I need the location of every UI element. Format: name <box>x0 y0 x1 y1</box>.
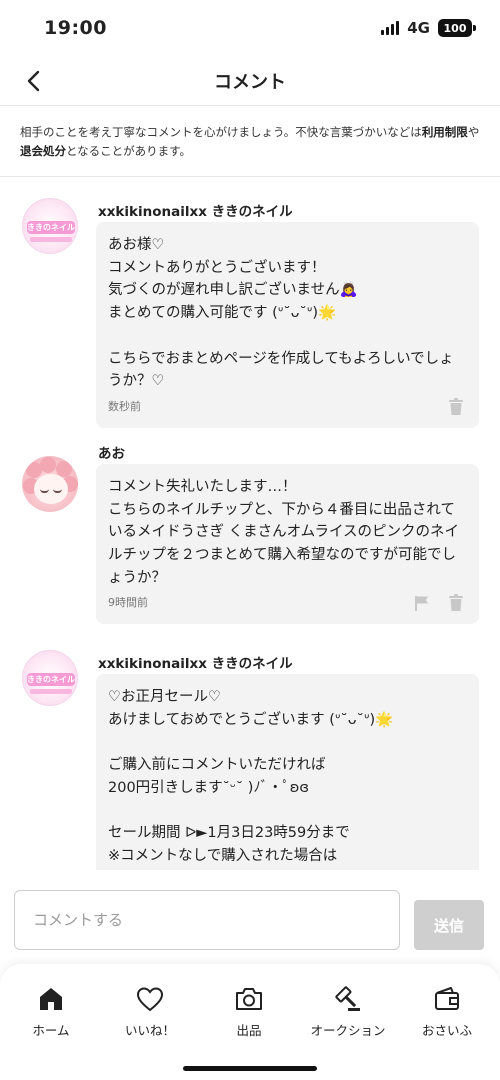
back-button[interactable] <box>18 64 48 98</box>
report-button[interactable] <box>413 594 431 612</box>
home-indicator <box>183 1066 317 1071</box>
comment-item: ききのネイル xxkikinonailxx ききのネイル ♡お正月セール♡ あけ… <box>0 630 500 870</box>
battery-icon: 100 <box>438 19 476 37</box>
comment-composer: 送信 <box>0 882 500 962</box>
avatar[interactable]: ききのネイル <box>22 198 78 254</box>
avatar[interactable]: ききのネイル <box>22 650 78 706</box>
notice-text-before: 相手のことを考え丁寧なコメントを心がけましょう。不快な言葉づかいなどは <box>20 125 422 139</box>
status-bar: 19:00 4G 100 <box>0 0 500 56</box>
avatar-logo-text: ききのネイル <box>27 673 75 686</box>
camera-icon <box>236 988 262 1010</box>
tab-wallet[interactable]: おさいふ <box>397 984 497 1040</box>
tab-auction-label: オークション <box>310 1023 386 1038</box>
signal-icon <box>381 21 400 35</box>
tab-sell-label: 出品 <box>236 1023 262 1038</box>
notice-text-middle: や <box>467 125 480 139</box>
comment-item: ききのネイル xxkikinonailxx ききのネイル あお様♡ コメントあり… <box>0 178 500 436</box>
comment-actions <box>447 398 465 416</box>
comment-text: あお様♡ コメントありがとうございます！ 気づくのが遅れ申し訳ございません🙇‍♀… <box>108 237 454 390</box>
comment-text: コメント失礼いたします…！ こちらのネイルチップと、下から４番目に出品されている… <box>108 479 460 586</box>
tab-wallet-label: おさいふ <box>421 1023 472 1038</box>
trash-icon <box>449 398 463 415</box>
page-title: コメント <box>214 71 286 93</box>
comment-input[interactable] <box>14 890 400 950</box>
status-time: 19:00 <box>44 17 107 39</box>
chevron-left-icon <box>27 70 40 92</box>
comment-time: 数秒前 <box>108 400 141 413</box>
comment-bubble: あお様♡ コメントありがとうございます！ 気づくのが遅れ申し訳ございません🙇‍♀… <box>96 222 479 428</box>
status-indicators: 4G 100 <box>381 19 476 37</box>
notice-text-after: となることがあります。 <box>66 144 192 158</box>
tab-likes[interactable]: いいね！ <box>100 984 200 1040</box>
tab-home-label: ホーム <box>32 1023 70 1038</box>
comment-author[interactable]: xxkikinonailxx ききのネイル <box>98 652 293 672</box>
wallet-icon <box>435 987 459 1010</box>
notice-bold-restriction: 利用制限 <box>421 125 468 139</box>
comment-item: あお コメント失礼いたします…！ こちらのネイルチップと、下から４番目に出品され… <box>0 436 500 630</box>
tab-home[interactable]: ホーム <box>1 984 101 1040</box>
nav-bar: コメント <box>0 56 500 106</box>
network-label: 4G <box>407 19 430 37</box>
comment-bubble: コメント失礼いたします…！ こちらのネイルチップと、下から４番目に出品されている… <box>96 464 479 624</box>
comment-text: ♡お正月セール♡ あけましておめでとうございます (ᐡ˘ᴗ˘ᐡ)🌟 ご購入前にコ… <box>108 689 394 864</box>
comment-actions <box>413 594 465 612</box>
flag-icon <box>415 596 428 611</box>
avatar-logo-text: ききのネイル <box>27 221 75 234</box>
comment-list[interactable]: ききのネイル xxkikinonailxx ききのネイル あお様♡ コメントあり… <box>0 178 500 870</box>
tab-auction[interactable]: オークション <box>298 984 398 1040</box>
home-icon <box>40 988 62 1010</box>
delete-button[interactable] <box>447 398 465 416</box>
heart-icon <box>136 987 164 1012</box>
comment-notice: 相手のことを考え丁寧なコメントを心がけましょう。不快な言葉づかいなどは利用制限や… <box>0 107 500 177</box>
send-button[interactable]: 送信 <box>414 900 484 950</box>
tab-likes-label: いいね！ <box>124 1023 175 1038</box>
notice-bold-withdrawal: 退会処分 <box>20 144 66 158</box>
delete-button[interactable] <box>447 594 465 612</box>
trash-icon <box>449 594 463 611</box>
gavel-icon <box>335 986 360 1011</box>
avatar[interactable] <box>22 456 78 512</box>
bottom-tab-bar: ホーム いいね！ 出品 オークション おさいふ <box>0 964 500 1080</box>
tab-sell[interactable]: 出品 <box>199 984 299 1040</box>
comment-author[interactable]: xxkikinonailxx ききのネイル <box>98 200 293 220</box>
comment-author[interactable]: あお <box>98 442 125 462</box>
comment-time: 9時間前 <box>108 596 148 609</box>
comment-bubble: ♡お正月セール♡ あけましておめでとうございます (ᐡ˘ᴗ˘ᐡ)🌟 ご購入前にコ… <box>96 674 479 870</box>
